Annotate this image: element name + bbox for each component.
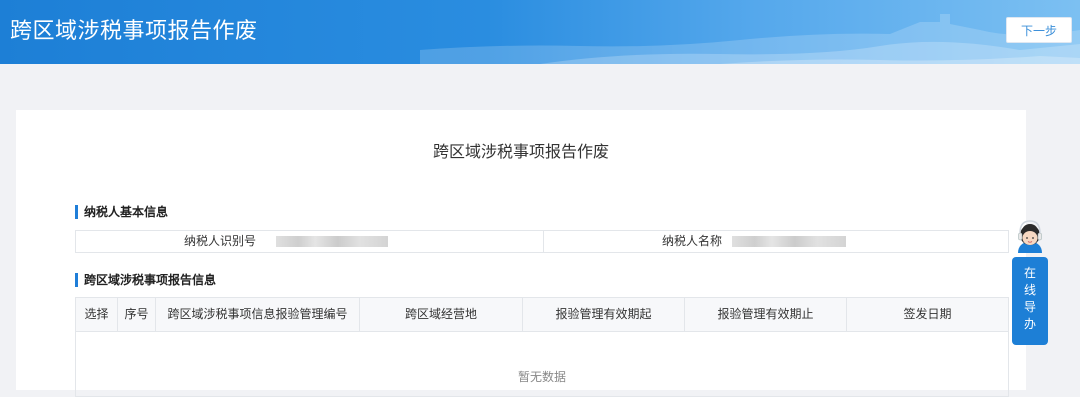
column-header-location[interactable]: 跨区域经营地 <box>360 298 523 331</box>
column-header-report-number[interactable]: 跨区域涉税事项信息报验管理编号 <box>156 298 360 331</box>
main-card: 跨区域涉税事项报告作废 纳税人基本信息 纳税人识别号 纳税人名称 跨区域涉税事项… <box>16 110 1026 397</box>
column-header-valid-from[interactable]: 报验管理有效期起 <box>523 298 685 331</box>
online-guide-button[interactable]: 在 线 导 办 <box>1012 257 1048 345</box>
guide-char: 在 <box>1023 266 1036 280</box>
taxpayer-id-label: 纳税人识别号 <box>184 234 257 248</box>
taxpayer-name-value-redacted <box>732 236 846 247</box>
header-title: 跨区域涉税事项报告作废 <box>10 19 258 44</box>
taxpayer-info-row: 纳税人识别号 纳税人名称 <box>75 230 1009 253</box>
info-divider <box>543 231 544 252</box>
next-step-button[interactable]: 下一步 <box>1006 17 1072 43</box>
report-section-title: 跨区域涉税事项报告信息 <box>75 273 216 287</box>
guide-char: 办 <box>1023 317 1036 331</box>
online-guide-widget[interactable]: 在 线 导 办 <box>1012 209 1048 345</box>
customer-service-avatar-icon <box>1018 220 1042 253</box>
column-header-index[interactable]: 序号 <box>118 298 156 331</box>
taxpayer-section-title: 纳税人基本信息 <box>75 205 168 219</box>
taxpayer-name-label: 纳税人名称 <box>662 234 723 248</box>
app-header: 跨区域涉税事项报告作废 下一步 <box>0 0 1080 64</box>
column-header-select[interactable]: 选择 <box>76 298 118 331</box>
taxpayer-id-value-redacted <box>276 236 388 247</box>
great-wall-banner-art <box>420 14 1080 64</box>
table-header: 选择 序号 跨区域涉税事项信息报验管理编号 跨区域经营地 报验管理有效期起 报验… <box>76 298 1008 332</box>
report-table: 选择 序号 跨区域涉税事项信息报验管理编号 跨区域经营地 报验管理有效期起 报验… <box>75 297 1009 397</box>
guide-char: 线 <box>1023 283 1036 297</box>
column-header-issue-date[interactable]: 签发日期 <box>847 298 1008 331</box>
page-title: 跨区域涉税事项报告作废 <box>432 142 609 161</box>
column-header-valid-to[interactable]: 报验管理有效期止 <box>685 298 847 331</box>
guide-char: 导 <box>1023 300 1036 314</box>
